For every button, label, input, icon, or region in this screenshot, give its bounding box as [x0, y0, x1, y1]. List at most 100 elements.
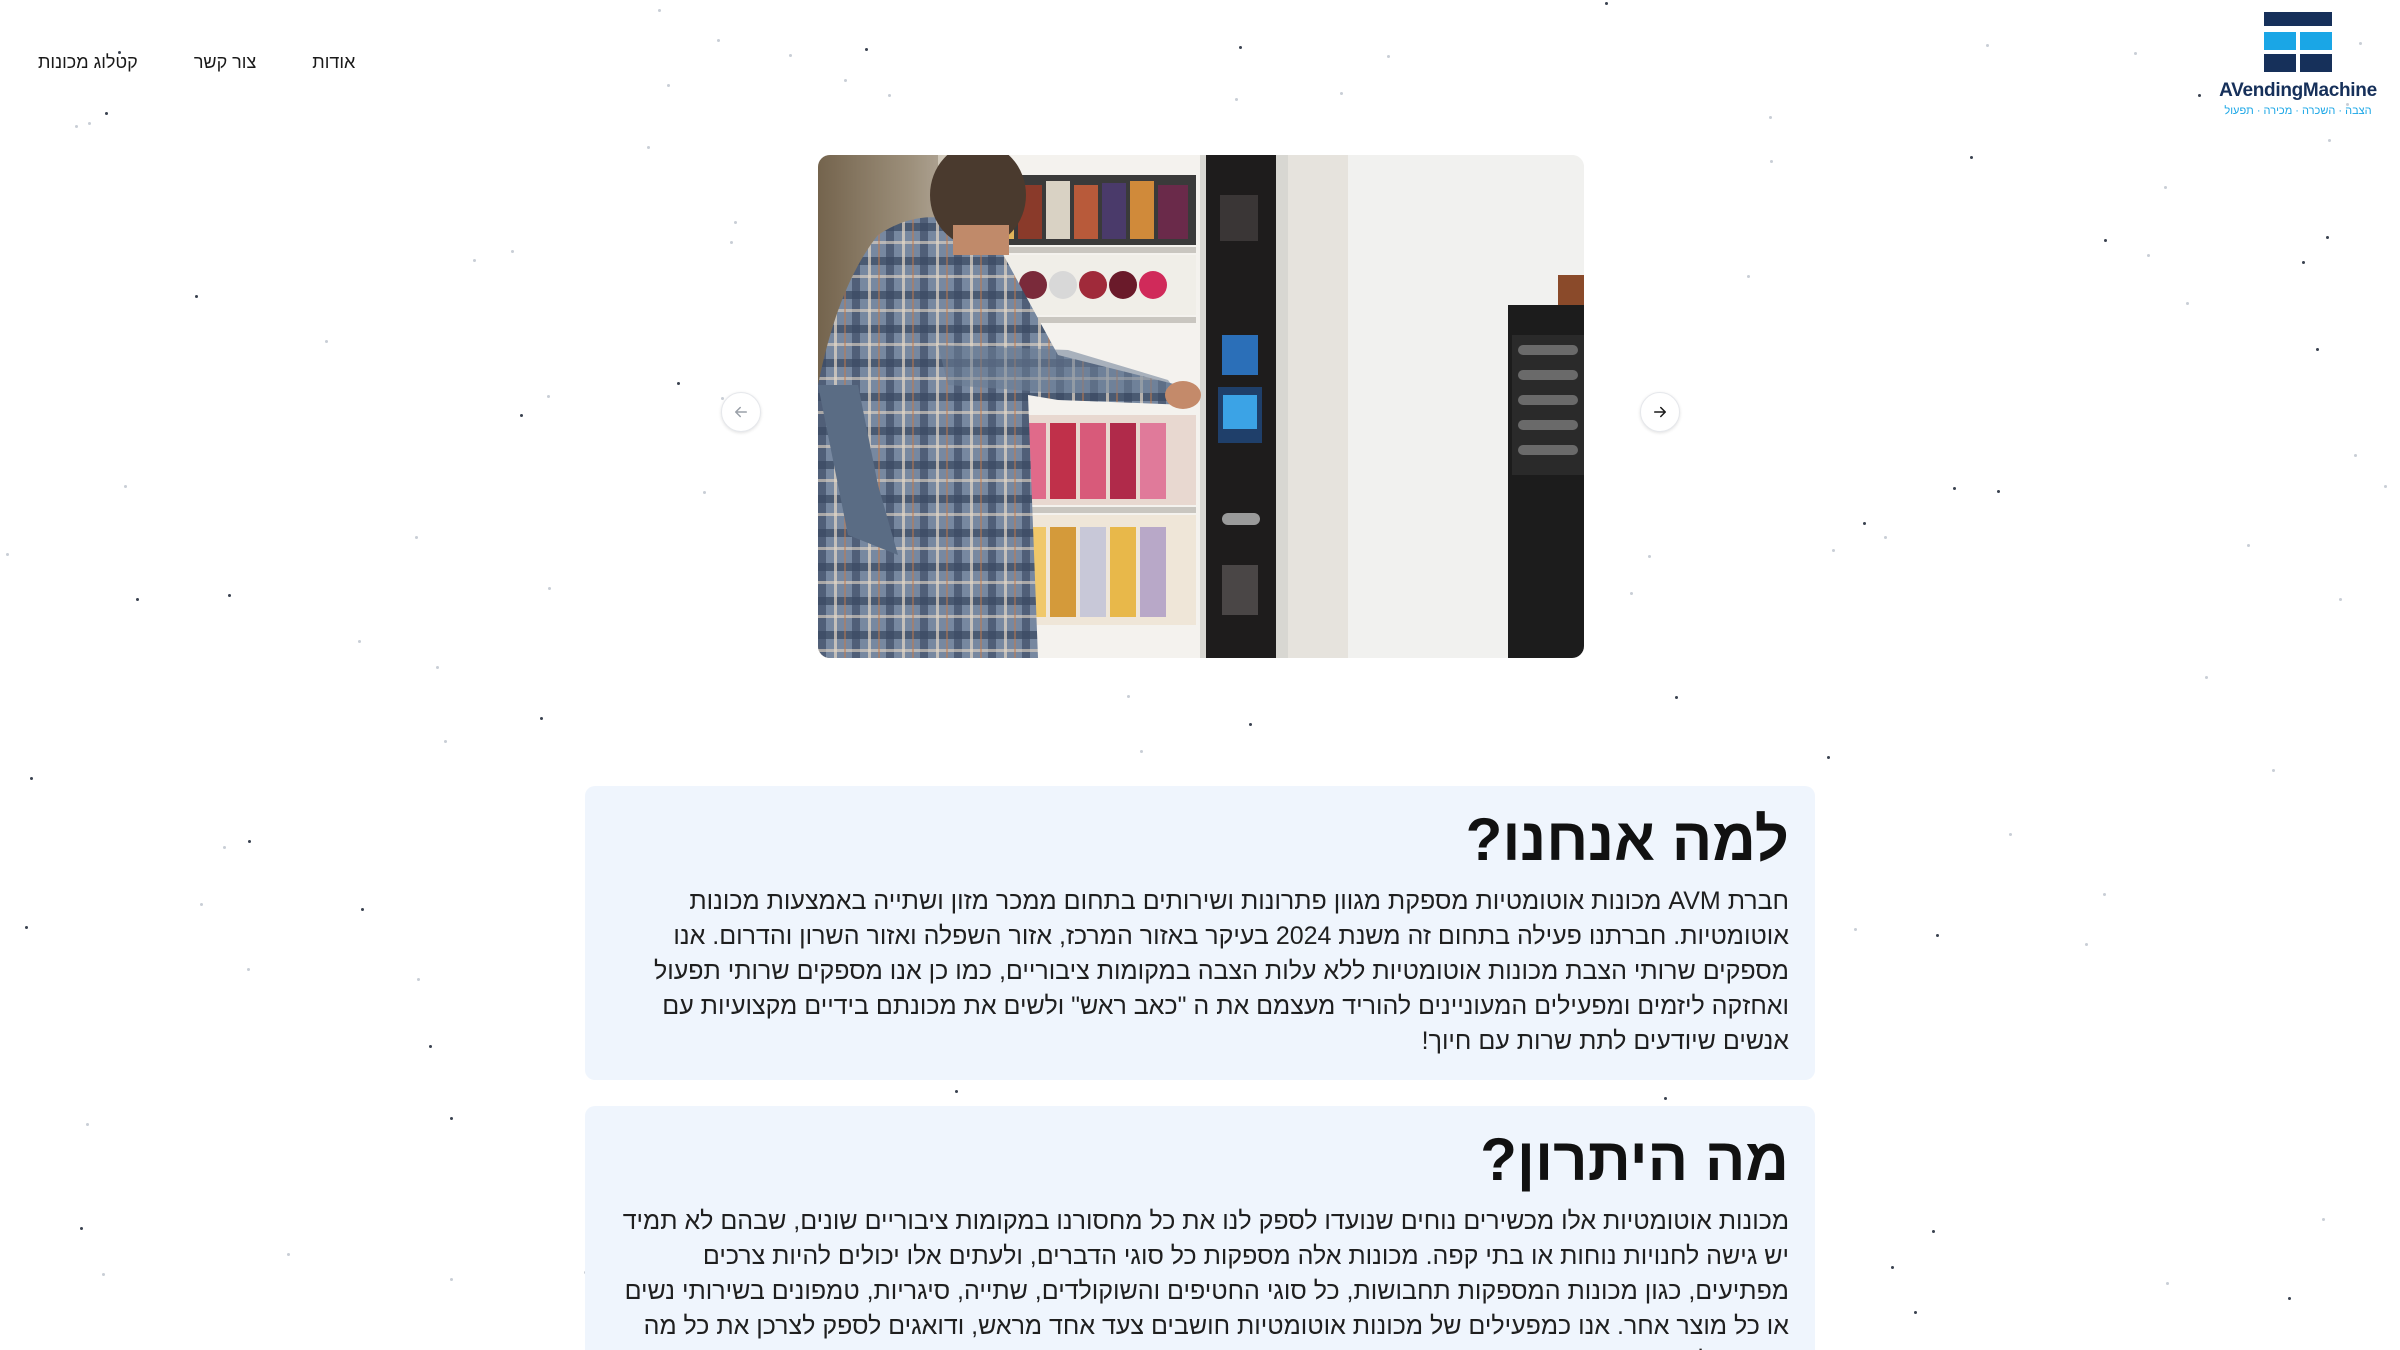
- background-dot: [2085, 943, 2088, 946]
- background-dot: [2247, 544, 2250, 547]
- background-dot: [717, 39, 720, 42]
- background-dot: [647, 146, 650, 149]
- background-dot: [1914, 1311, 1917, 1314]
- background-dot: [247, 968, 250, 971]
- carousel-prev-button[interactable]: [721, 392, 761, 432]
- background-dot: [1630, 592, 1633, 595]
- background-dot: [473, 259, 476, 262]
- carousel-next-button[interactable]: [1640, 392, 1680, 432]
- background-dot: [1891, 1266, 1894, 1269]
- background-dot: [2339, 598, 2342, 601]
- background-dot: [540, 717, 543, 720]
- site-logo[interactable]: AVendingMachine הצבה · השכרה · מכירה · ת…: [2208, 12, 2388, 117]
- background-dot: [1936, 934, 1939, 937]
- background-dot: [2164, 186, 2167, 189]
- background-dot: [1664, 1097, 1667, 1100]
- background-dot: [1863, 522, 1866, 525]
- advantage-body: מכונות אוטומטיות אלו מכשירים נוחים שנועד…: [622, 1207, 1789, 1350]
- carousel-image: [818, 155, 1584, 658]
- why-us-title: למה אנחנו?: [1465, 806, 1789, 873]
- background-dot: [1970, 156, 1973, 159]
- background-dot: [1854, 928, 1857, 931]
- background-dot: [105, 112, 108, 115]
- background-dot: [415, 536, 418, 539]
- background-dot: [520, 414, 523, 417]
- background-dot: [2354, 454, 2357, 457]
- background-dot: [667, 84, 670, 87]
- logo-mark-icon: [2264, 12, 2332, 74]
- background-dot: [223, 846, 226, 849]
- background-dot: [136, 598, 139, 601]
- background-dot: [1340, 92, 1343, 95]
- background-dot: [865, 48, 868, 51]
- background-dot: [2103, 893, 2106, 896]
- background-dot: [429, 1045, 432, 1048]
- why-us-body: חברת AVM מכונות אוטומטיות מספקת מגוון פת…: [654, 887, 1789, 1055]
- background-dot: [436, 666, 439, 669]
- background-dot: [361, 908, 364, 911]
- background-dot: [75, 125, 78, 128]
- background-dot: [25, 926, 28, 929]
- background-dot: [2009, 833, 2012, 836]
- background-dot: [88, 122, 91, 125]
- background-dot: [1932, 1230, 1935, 1233]
- background-dot: [789, 54, 792, 57]
- background-dot: [721, 397, 724, 400]
- background-dot: [1648, 555, 1651, 558]
- background-dot: [2384, 485, 2387, 488]
- background-dot: [1387, 55, 1390, 58]
- background-dot: [703, 491, 706, 494]
- background-dot: [1832, 549, 1835, 552]
- background-dot: [1986, 44, 1989, 47]
- background-dot: [2288, 1297, 2291, 1300]
- background-dot: [102, 1273, 105, 1276]
- arrow-right-icon: [1654, 406, 1666, 418]
- background-dot: [417, 978, 420, 981]
- background-dot: [1770, 160, 1773, 163]
- background-dot: [2205, 676, 2208, 679]
- background-dot: [325, 340, 328, 343]
- background-dot: [450, 1117, 453, 1120]
- why-us-section: למה אנחנו? חברת AVM מכונות אוטומטיות מספ…: [585, 786, 1815, 1080]
- background-dot: [955, 1090, 958, 1093]
- background-dot: [444, 740, 447, 743]
- background-dot: [358, 640, 361, 643]
- background-dot: [2104, 239, 2107, 242]
- background-dot: [1605, 2, 1608, 5]
- logo-tagline: הצבה · השכרה · מכירה · תפעול: [2224, 105, 2372, 117]
- background-dot: [80, 1227, 83, 1230]
- background-dot: [86, 1123, 89, 1126]
- background-dot: [677, 382, 680, 385]
- logo-name: AVendingMachine: [2219, 80, 2377, 101]
- background-dot: [2302, 261, 2305, 264]
- background-dot: [547, 395, 550, 398]
- background-dot: [248, 840, 251, 843]
- background-dot: [1239, 46, 1242, 49]
- background-dot: [2316, 348, 2319, 351]
- background-dot: [888, 94, 891, 97]
- nav-catalog-link[interactable]: קטלוג מכונות: [38, 52, 138, 73]
- background-dot: [2272, 769, 2275, 772]
- background-dot: [1747, 275, 1750, 278]
- page: קטלוג מכונות צור קשר אודות AVendingMachi…: [0, 0, 2400, 1350]
- background-dot: [228, 594, 231, 597]
- nav-about-link[interactable]: אודות: [312, 52, 355, 73]
- advantage-title: מה היתרון?: [1480, 1126, 1789, 1193]
- background-dot: [2322, 1218, 2325, 1221]
- background-dot: [511, 250, 514, 253]
- background-dot: [1827, 756, 1830, 759]
- background-dot: [1884, 536, 1887, 539]
- background-dot: [1235, 98, 1238, 101]
- background-dot: [195, 295, 198, 298]
- background-dot: [2166, 1282, 2169, 1285]
- background-dot: [1140, 750, 1143, 753]
- background-dot: [2328, 139, 2331, 142]
- background-dot: [2326, 236, 2329, 239]
- background-dot: [734, 221, 737, 224]
- background-dot: [1997, 490, 2000, 493]
- background-dot: [1249, 723, 1252, 726]
- background-dot: [1769, 116, 1772, 119]
- advantage-section: מה היתרון? מכונות אוטומטיות אלו מכשירים …: [585, 1106, 1815, 1350]
- background-dot: [287, 1253, 290, 1256]
- nav-contact-link[interactable]: צור קשר: [194, 52, 256, 73]
